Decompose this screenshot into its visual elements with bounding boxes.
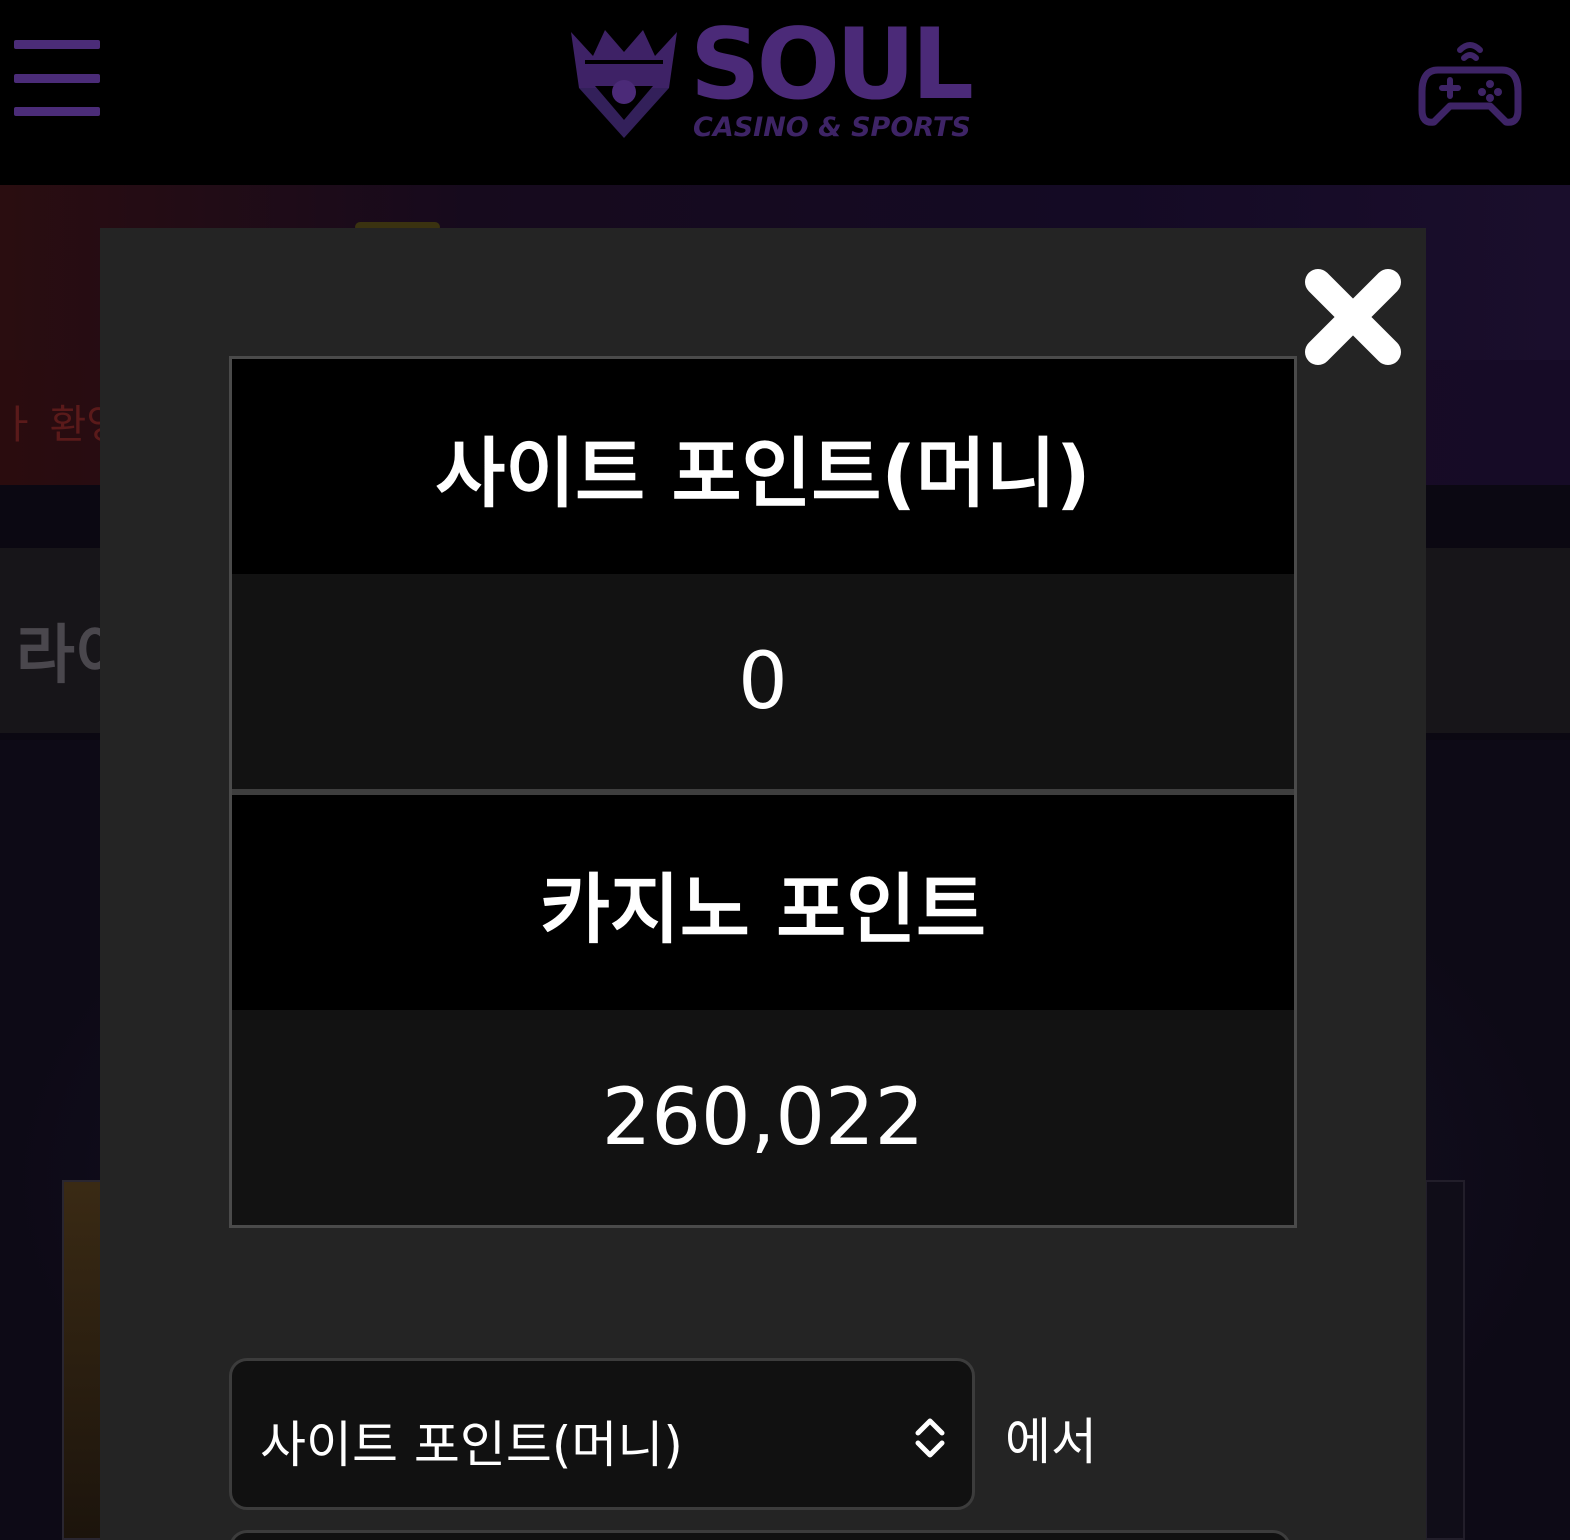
to-point-select[interactable]: [229, 1530, 1291, 1540]
from-suffix-label: 에서: [1005, 1413, 1097, 1471]
from-point-select-value: 사이트 포인트(머니): [260, 1416, 683, 1474]
site-logo[interactable]: SOUL CASINO & SPORTS: [565, 16, 974, 143]
site-points-value: 0: [232, 574, 1294, 789]
logo-wordmark: SOUL: [690, 8, 974, 122]
casino-points-label: 카지노 포인트: [232, 795, 1294, 1010]
close-icon[interactable]: [1304, 268, 1402, 366]
casino-points-value: 260,022: [232, 1010, 1294, 1225]
menu-bar: [14, 40, 100, 49]
points-table: 사이트 포인트(머니) 0 카지노 포인트 260,022: [229, 356, 1297, 1228]
menu-bar: [14, 73, 100, 83]
background-game-card: [1425, 1180, 1465, 1540]
point-conversion-modal: 사이트 포인트(머니) 0 카지노 포인트 260,022 사이트 포인트(머니…: [100, 228, 1426, 1540]
logo-tagline: CASINO & SPORTS: [693, 112, 971, 143]
page: ㅏ 환영 라이 SOUL CASINO & SPORTS 사이트 포인트(머니)…: [0, 0, 1570, 1540]
gamepad-icon[interactable]: [1418, 32, 1522, 128]
convert-from-row: 사이트 포인트(머니) 에서: [229, 1358, 1329, 1510]
crown-shield-icon: [571, 30, 677, 138]
hamburger-menu-icon[interactable]: [14, 40, 100, 116]
from-point-select[interactable]: 사이트 포인트(머니): [229, 1358, 975, 1510]
select-arrows-icon: [915, 1418, 945, 1458]
top-header: SOUL CASINO & SPORTS: [0, 0, 1570, 185]
site-points-label: 사이트 포인트(머니): [232, 359, 1294, 574]
background-game-card: [62, 1180, 102, 1540]
menu-bar: [14, 107, 100, 116]
